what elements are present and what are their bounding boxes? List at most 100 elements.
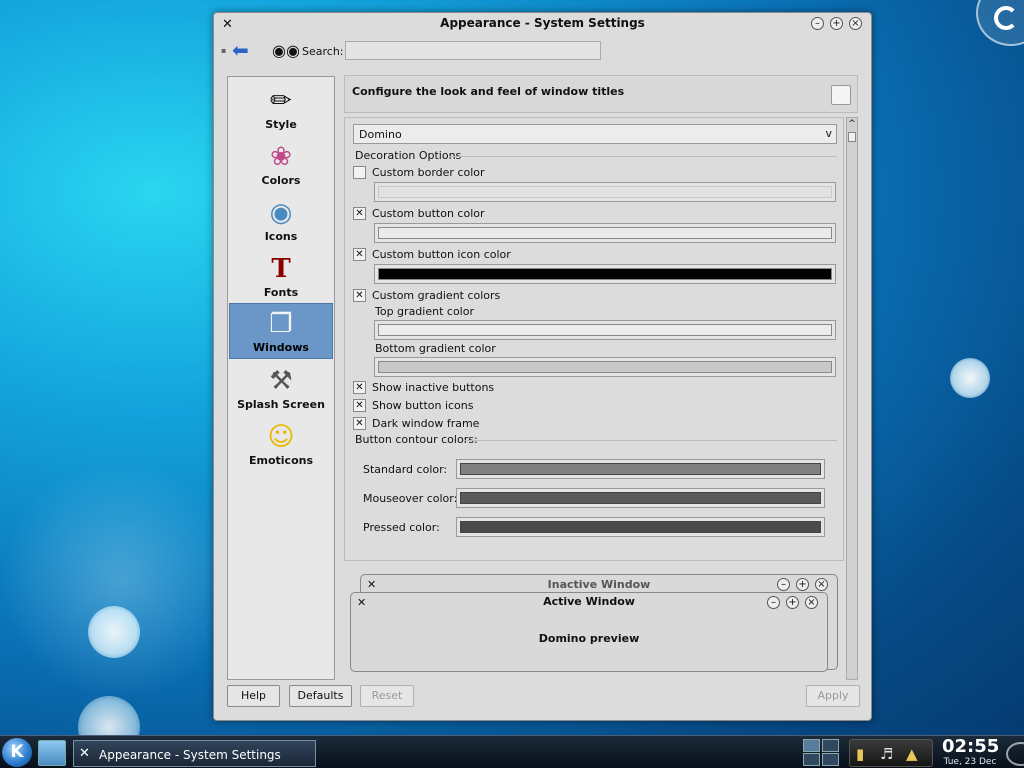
scroll-up-icon[interactable]: ^ xyxy=(847,118,857,130)
style-icon: ✏ xyxy=(270,86,292,116)
defaults-button[interactable]: Defaults xyxy=(289,685,352,707)
standard-color-label: Standard color: xyxy=(363,463,448,476)
plasma-cashew-icon[interactable] xyxy=(976,0,1024,46)
show-inactive-buttons-checkbox[interactable]: ✕ xyxy=(353,381,366,394)
show-desktop-icon[interactable] xyxy=(38,740,66,766)
reset-button[interactable]: Reset xyxy=(360,685,414,707)
color-swatch xyxy=(378,186,832,198)
splash-screen-icon: ⚒ xyxy=(269,366,293,396)
volume-icon[interactable]: ♬ xyxy=(880,745,893,763)
top-gradient-label: Top gradient color xyxy=(375,305,474,318)
top-gradient-color-button[interactable] xyxy=(374,320,836,340)
desktop-bokeh xyxy=(0,460,240,700)
back-arrow-icon[interactable]: ⬅ xyxy=(232,40,256,61)
pressed-color-label: Pressed color: xyxy=(363,521,440,534)
bottom-gradient-color-button[interactable] xyxy=(374,357,836,377)
binoculars-icon: ◉◉ xyxy=(272,41,300,60)
window-titlebar[interactable]: ✕ Appearance - System Settings – + × xyxy=(214,13,871,35)
taskbar-item-system-settings[interactable]: ✕ Appearance - System Settings xyxy=(73,740,316,767)
color-swatch xyxy=(460,492,821,504)
close-icon: × xyxy=(815,578,828,591)
desktop-1[interactable] xyxy=(803,739,820,752)
icons-icon: ◉ xyxy=(269,198,293,228)
mouseover-color-label: Mouseover color: xyxy=(363,492,458,505)
mouseover-color-button[interactable] xyxy=(456,488,825,508)
sidebar-item-style[interactable]: ✏ Style xyxy=(229,81,333,135)
color-swatch xyxy=(460,521,821,533)
module-header-text: Configure the look and feel of window ti… xyxy=(352,85,625,98)
desktop-3[interactable] xyxy=(803,753,820,766)
toolbar: ▪ ⬅ ◉◉ Search: xyxy=(214,37,871,65)
color-swatch xyxy=(378,227,832,239)
minimize-icon[interactable]: – xyxy=(811,17,824,30)
sidebar-item-icons[interactable]: ◉ Icons xyxy=(229,193,333,247)
custom-border-color-button[interactable] xyxy=(374,182,836,202)
sidebar-item-colors[interactable]: ❀ Colors xyxy=(229,137,333,191)
close-icon[interactable]: × xyxy=(849,17,862,30)
virtual-desktop-pager[interactable] xyxy=(803,739,841,767)
color-swatch xyxy=(378,268,832,280)
content-area: Configure the look and feel of window ti… xyxy=(343,73,860,685)
custom-button-color-button[interactable] xyxy=(374,223,836,243)
dark-window-frame-checkbox[interactable]: ✕ xyxy=(353,417,366,430)
grip-icon: ▪ xyxy=(221,46,227,55)
scrollbar-thumb[interactable] xyxy=(848,132,856,142)
notifications-icon[interactable]: ▲ xyxy=(906,745,918,763)
standard-color-button[interactable] xyxy=(456,459,825,479)
clipboard-icon[interactable]: ▮ xyxy=(856,745,864,763)
windows-icon: ❐ xyxy=(269,309,293,339)
decoration-options-panel: Domino v Decoration Options Custom borde… xyxy=(344,117,844,561)
custom-gradient-colors-checkbox[interactable]: ✕ xyxy=(353,289,366,302)
color-swatch xyxy=(460,463,821,475)
bottom-gradient-label: Bottom gradient color xyxy=(375,342,496,355)
active-window-title: Active Window xyxy=(543,595,635,608)
show-button-icons-checkbox[interactable]: ✕ xyxy=(353,399,366,412)
sidebar-item-windows[interactable]: ❐ Windows xyxy=(229,303,333,359)
inactive-window-title: Inactive Window xyxy=(547,578,651,591)
help-button[interactable]: Help xyxy=(227,685,280,707)
sidebar-item-splash-screen[interactable]: ⚒ Splash Screen xyxy=(229,361,333,415)
sidebar-item-emoticons[interactable]: ☺ Emoticons xyxy=(229,417,333,471)
pressed-color-button[interactable] xyxy=(456,517,825,537)
system-tray: ▮ ♬ ▲ xyxy=(849,739,933,767)
taskbar: K ✕ Appearance - System Settings ▮ ♬ ▲ 0… xyxy=(0,735,1024,768)
apply-button[interactable]: Apply xyxy=(806,685,860,707)
custom-button-color-checkbox[interactable]: ✕ xyxy=(353,207,366,220)
decoration-select-value: Domino xyxy=(359,128,402,141)
category-sidebar: ✏ Style ❀ Colors ◉ Icons T Fonts ❐ Windo… xyxy=(227,76,335,680)
clock-time: 02:55 xyxy=(942,736,1000,757)
taskbar-item-label: Appearance - System Settings xyxy=(99,748,281,762)
maximize-icon[interactable]: + xyxy=(830,17,843,30)
emoticons-icon: ☺ xyxy=(267,422,295,452)
color-swatch xyxy=(378,361,832,373)
button-contour-label: Button contour colors: xyxy=(355,433,478,446)
maximize-icon: + xyxy=(796,578,809,591)
system-settings-window: ✕ Appearance - System Settings – + × ▪ ⬅… xyxy=(213,12,872,721)
minimize-icon: – xyxy=(777,578,790,591)
custom-border-color-checkbox[interactable] xyxy=(353,166,366,179)
clock-date: Tue, 23 Dec xyxy=(943,757,997,767)
minimize-icon: – xyxy=(767,596,780,609)
decoration-options-label: Decoration Options xyxy=(355,149,462,162)
desktop-4[interactable] xyxy=(822,753,839,766)
sidebar-item-fonts[interactable]: T Fonts xyxy=(229,249,333,303)
digital-clock[interactable]: 02:55 Tue, 23 Dec xyxy=(942,736,1000,768)
vertical-scrollbar[interactable]: ^ xyxy=(846,117,858,680)
window-title: Appearance - System Settings xyxy=(440,16,645,30)
preview-text: Domino preview xyxy=(538,632,640,645)
search-input[interactable] xyxy=(345,41,601,60)
custom-button-icon-color-checkbox[interactable]: ✕ xyxy=(353,248,366,261)
decoration-select[interactable]: Domino v xyxy=(353,124,837,144)
group-divider xyxy=(449,156,837,157)
close-icon: × xyxy=(805,596,818,609)
custom-button-icon-color-button[interactable] xyxy=(374,264,836,284)
kde-menu-icon[interactable]: K xyxy=(2,738,32,767)
group-divider xyxy=(463,440,837,441)
colors-icon: ❀ xyxy=(270,142,292,172)
module-header: Configure the look and feel of window ti… xyxy=(344,75,858,113)
desktop-2[interactable] xyxy=(822,739,839,752)
window-decoration-icon xyxy=(831,85,851,105)
maximize-icon: + xyxy=(786,596,799,609)
desktop-bokeh xyxy=(88,606,140,658)
search-label: Search: xyxy=(302,45,344,58)
